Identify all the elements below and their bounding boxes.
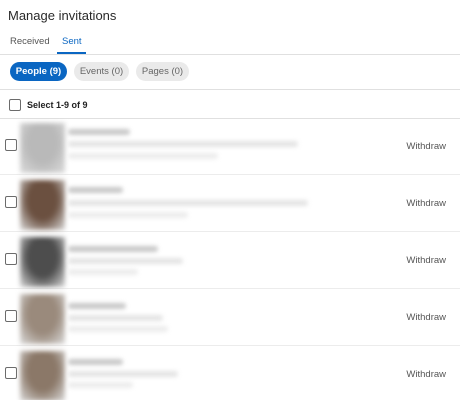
active-tab-indicator <box>57 52 86 54</box>
row-checkbox[interactable] <box>5 139 17 151</box>
blurred-headline <box>68 200 308 206</box>
blurred-detail <box>68 269 138 275</box>
select-all-checkbox[interactable] <box>9 99 21 111</box>
filter-events[interactable]: Events (0) <box>74 62 129 81</box>
tab-received[interactable]: Received <box>10 36 50 47</box>
avatar[interactable] <box>20 294 65 344</box>
select-all-bar: Select 1-9 of 9 <box>0 89 460 119</box>
invitation-row: Withdraw <box>0 232 460 289</box>
invitation-row: Withdraw <box>0 289 460 346</box>
blurred-headline <box>68 258 183 264</box>
invitation-row: Withdraw <box>0 175 460 232</box>
invitation-row: Withdraw <box>0 118 460 175</box>
blurred-headline <box>68 315 163 321</box>
select-all-label: Select 1-9 of 9 <box>27 100 88 110</box>
page-title: Manage invitations <box>8 8 117 23</box>
row-checkbox[interactable] <box>5 253 17 265</box>
blurred-detail <box>68 212 188 218</box>
invitation-row: Withdraw <box>0 346 460 400</box>
row-checkbox[interactable] <box>5 310 17 322</box>
avatar[interactable] <box>20 180 65 230</box>
blurred-headline <box>68 371 178 377</box>
avatar[interactable] <box>20 237 65 287</box>
tab-sent[interactable]: Sent <box>62 36 82 47</box>
filter-people[interactable]: People (9) <box>10 62 67 81</box>
withdraw-button[interactable]: Withdraw <box>406 198 446 209</box>
blurred-name[interactable] <box>68 129 130 135</box>
blurred-detail <box>68 153 218 159</box>
filter-pages[interactable]: Pages (0) <box>136 62 189 81</box>
row-checkbox[interactable] <box>5 196 17 208</box>
avatar[interactable] <box>20 351 65 400</box>
withdraw-button[interactable]: Withdraw <box>406 255 446 266</box>
blurred-name[interactable] <box>68 303 126 309</box>
blurred-detail <box>68 382 133 388</box>
blurred-name[interactable] <box>68 187 123 193</box>
withdraw-button[interactable]: Withdraw <box>406 369 446 380</box>
avatar[interactable] <box>20 123 65 173</box>
withdraw-button[interactable]: Withdraw <box>406 312 446 323</box>
invitation-tabs: Received Sent <box>0 30 460 55</box>
blurred-name[interactable] <box>68 246 158 252</box>
row-checkbox[interactable] <box>5 367 17 379</box>
blurred-name[interactable] <box>68 359 123 365</box>
blurred-headline <box>68 141 298 147</box>
blurred-detail <box>68 326 168 332</box>
withdraw-button[interactable]: Withdraw <box>406 141 446 152</box>
